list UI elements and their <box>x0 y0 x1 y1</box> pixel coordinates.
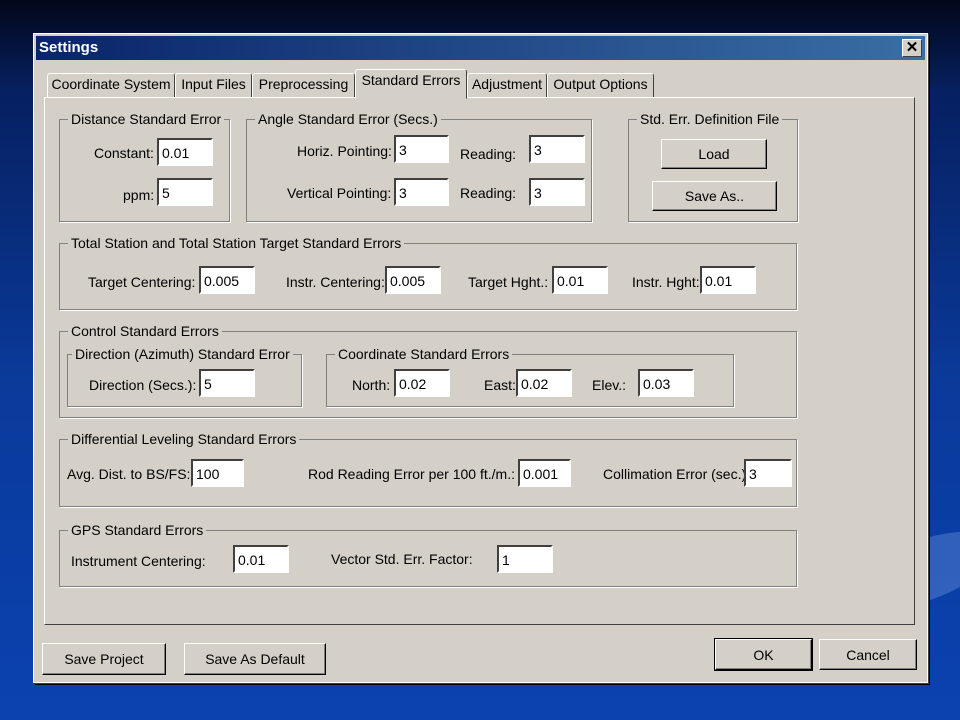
save-as-default-button[interactable]: Save As Default <box>184 643 326 675</box>
north-input[interactable] <box>394 369 450 397</box>
gps-group-label: GPS Standard Errors <box>68 521 207 539</box>
east-label: East: <box>484 377 516 393</box>
direction-group-label: Direction (Azimuth) Standard Error <box>72 345 293 363</box>
collimation-error-input[interactable] <box>744 459 792 487</box>
constant-input[interactable] <box>157 138 213 166</box>
definition-file-group-label: Std. Err. Definition File <box>637 110 783 128</box>
leveling-group-label: Differential Leveling Standard Errors <box>68 430 300 448</box>
avg-dist-label: Avg. Dist. to BS/FS: <box>67 466 191 482</box>
gps-instrument-centering-label: Instrument Centering: <box>71 553 206 569</box>
rod-reading-error-label: Rod Reading Error per 100 ft./m.: <box>308 466 515 482</box>
panel-content: Distance Standard Error Constant: ppm: A… <box>0 0 960 720</box>
elev-input[interactable] <box>638 369 694 397</box>
ok-button[interactable]: OK <box>714 638 813 671</box>
instr-height-label: Instr. Hght: <box>632 274 700 290</box>
target-centering-label: Target Centering: <box>88 274 196 290</box>
target-height-input[interactable] <box>552 266 608 294</box>
vector-factor-label: Vector Std. Err. Factor: <box>331 551 473 567</box>
instr-centering-input[interactable] <box>385 266 441 294</box>
save-project-button[interactable]: Save Project <box>42 643 166 675</box>
gps-instrument-centering-input[interactable] <box>233 545 289 573</box>
angle-group-label: Angle Standard Error (Secs.) <box>255 110 441 128</box>
vertical-reading-input[interactable] <box>529 178 585 206</box>
direction-input[interactable] <box>199 369 255 397</box>
vertical-reading-label: Reading: <box>460 185 517 201</box>
vector-factor-input[interactable] <box>497 545 553 573</box>
horiz-reading-label: Reading: <box>460 146 517 162</box>
target-centering-input[interactable] <box>199 266 255 294</box>
elev-label: Elev.: <box>592 377 626 393</box>
horiz-pointing-label: Horiz. Pointing: <box>297 143 392 159</box>
horiz-pointing-input[interactable] <box>394 135 449 163</box>
instr-centering-label: Instr. Centering: <box>286 274 385 290</box>
vertical-pointing-label: Vertical Pointing: <box>287 185 392 201</box>
rod-reading-error-input[interactable] <box>518 459 571 487</box>
control-group-label: Control Standard Errors <box>68 322 222 340</box>
cancel-button[interactable]: Cancel <box>819 639 917 670</box>
save-as-button[interactable]: Save As.. <box>652 181 777 211</box>
total-station-group-label: Total Station and Total Station Target S… <box>68 234 405 252</box>
collimation-error-label: Collimation Error (sec.): <box>603 466 751 482</box>
horiz-reading-input[interactable] <box>529 135 585 163</box>
ppm-input[interactable] <box>157 178 213 206</box>
load-button[interactable]: Load <box>661 139 767 169</box>
east-input[interactable] <box>516 369 572 397</box>
north-label: North: <box>352 377 391 393</box>
distance-std-error-group: Distance Standard Error <box>59 110 230 222</box>
distance-group-label: Distance Standard Error <box>68 110 225 128</box>
target-height-label: Target Hght.: <box>468 274 549 290</box>
constant-label: Constant: <box>94 145 154 161</box>
coordinate-group-label: Coordinate Standard Errors <box>335 345 513 363</box>
direction-label: Direction (Secs.): <box>89 377 197 393</box>
ppm-label: ppm: <box>123 187 155 203</box>
instr-height-input[interactable] <box>700 266 756 294</box>
avg-dist-input[interactable] <box>191 459 244 487</box>
vertical-pointing-input[interactable] <box>394 178 449 206</box>
